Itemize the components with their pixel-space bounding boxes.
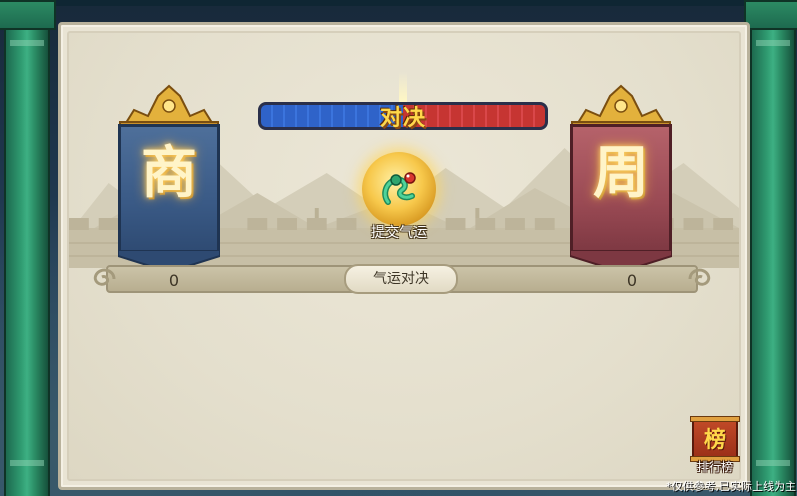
game-screen: 商 周 对决 提交气运 0 气运对决 0 榜 排行榜 *仅供参考,已实际上线为主 — [0, 0, 797, 496]
ranking-button[interactable]: 榜 排行榜 — [688, 416, 742, 476]
shang-banner: 商 — [108, 82, 230, 272]
ranking-glyph: 榜 — [703, 427, 726, 453]
ranking-label: 排行榜 — [696, 460, 733, 474]
dragon-icon — [382, 172, 416, 205]
top-edge — [0, 0, 797, 6]
zhou-score: 0 — [626, 271, 638, 290]
left-pillar-cap — [0, 0, 56, 30]
submit-fortune-button[interactable] — [362, 152, 436, 226]
submit-fortune-label: 提交气运 — [371, 225, 427, 241]
shang-glyph: 商 — [141, 140, 197, 206]
left-pillar — [4, 0, 50, 496]
duel-label: 对决 — [379, 106, 426, 131]
right-pillar-cap — [744, 0, 797, 30]
zhou-banner: 周 — [560, 82, 682, 272]
score-strip: 0 气运对决 0 — [88, 259, 716, 299]
cloud-scroll-ornament — [93, 268, 116, 286]
right-pillar — [750, 0, 796, 496]
shang-score: 0 — [168, 271, 180, 290]
zhou-glyph: 周 — [593, 140, 649, 206]
disclaimer-text: *仅供参考,已实际上线为主 — [666, 480, 796, 493]
fortune-duel-button[interactable]: 气运对决 — [344, 264, 458, 294]
cloud-scroll-ornament — [688, 268, 711, 286]
